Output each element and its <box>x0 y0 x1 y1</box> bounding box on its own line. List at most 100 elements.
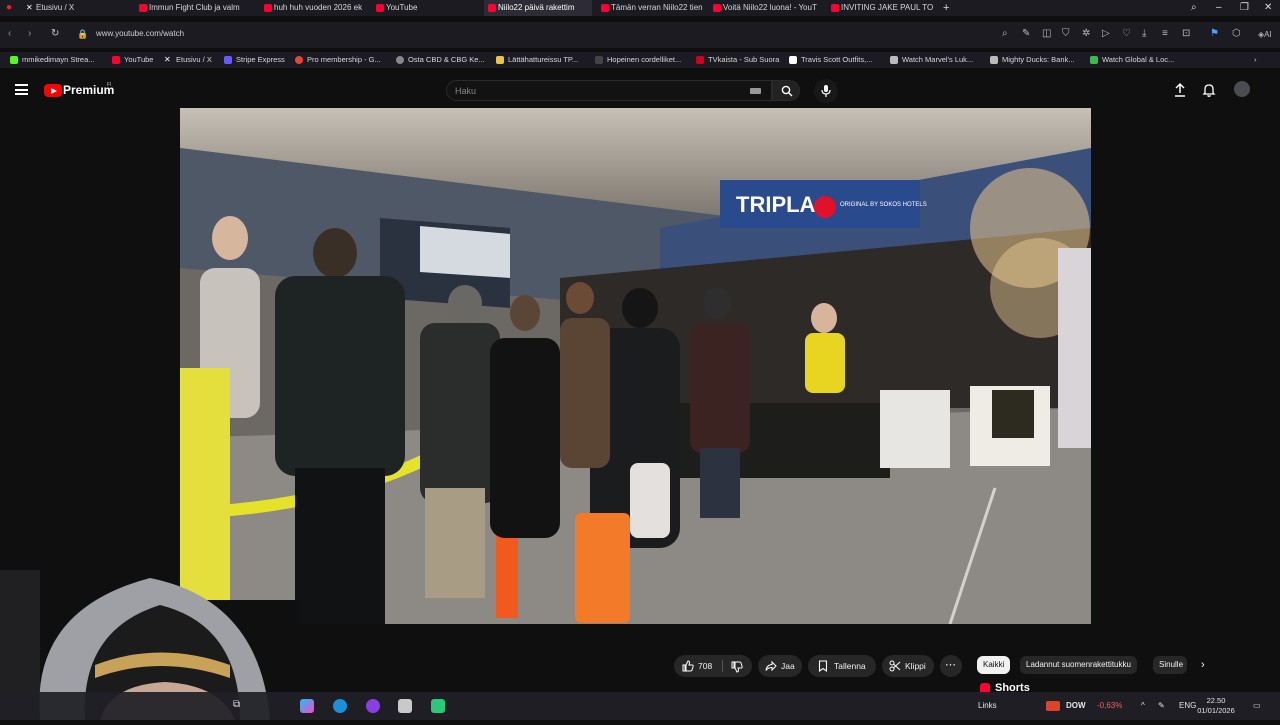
clock-time: 22.50 <box>1206 696 1226 705</box>
hamburger-menu-icon[interactable] <box>15 84 28 95</box>
tab-search-icon[interactable]: ⌕ <box>1191 0 1197 16</box>
tab-title: Voitä Niilo22 luona! - YouT <box>723 3 817 12</box>
opera-logo-icon[interactable]: ● <box>6 0 12 16</box>
discord-icon[interactable] <box>366 699 380 713</box>
app-icon[interactable] <box>398 699 412 713</box>
aria-icon[interactable]: ⚑ <box>1210 28 1219 40</box>
search-input[interactable] <box>455 84 735 98</box>
voice-search-button[interactable] <box>814 79 838 103</box>
tab-1[interactable]: Immun Fight Club ja valm <box>135 0 253 16</box>
notifications-bell-icon[interactable] <box>1201 82 1217 98</box>
save-button[interactable]: Tallenna <box>808 655 876 677</box>
new-tab-button[interactable]: + <box>943 0 949 16</box>
ai-icon[interactable]: ◈AI <box>1258 29 1272 41</box>
bookmark-3[interactable]: Stripe Express <box>224 52 285 68</box>
more-actions-button[interactable]: ⋯ <box>940 655 962 677</box>
tab-0[interactable]: ✕ Etusivu / X <box>22 0 132 16</box>
more-horizontal-icon: ⋯ <box>945 659 956 671</box>
wallet-icon[interactable]: ⊡ <box>1182 28 1190 40</box>
orange-bag <box>575 513 630 623</box>
bookmark-11[interactable]: Mighty Ducks: Bank... <box>990 52 1075 68</box>
menu-lines-icon[interactable]: ≡ <box>1162 28 1168 40</box>
cube-icon[interactable]: ⬡ <box>1232 28 1241 40</box>
shield-icon[interactable]: ⛉ <box>1062 28 1070 40</box>
chip-uploader[interactable]: Ladannut suomenrakettitukku <box>1020 656 1137 674</box>
clock-date: 01/01/2026 <box>1197 706 1235 715</box>
tv-icon <box>696 56 704 64</box>
stock-chart-icon <box>1046 692 1060 711</box>
tab-5[interactable]: Tämän verran Niilo22 tien <box>597 0 705 16</box>
avatar[interactable] <box>1234 81 1250 97</box>
bookmarks-overflow-icon[interactable]: › <box>1254 52 1257 68</box>
tab-title: Tämän verran Niilo22 tien <box>611 3 703 12</box>
restore-icon[interactable]: ❐ <box>1240 0 1249 16</box>
ticker-name[interactable]: DOW <box>1066 692 1086 720</box>
edit-icon[interactable]: ✎ <box>1022 28 1030 40</box>
copilot-icon[interactable] <box>300 699 314 713</box>
kick-icon <box>10 56 18 64</box>
youtube-icon <box>264 4 272 12</box>
heart-icon[interactable]: ♡ <box>1122 28 1131 40</box>
bookmark-4[interactable]: Pro membership - G... <box>295 52 381 68</box>
pen-icon[interactable]: ✎ <box>1158 692 1165 720</box>
minimize-icon[interactable]: – <box>1216 0 1222 16</box>
video-actions-row: 708 Jaa Tallenna Klippi ⋯ Kaikki Ladannu… <box>0 652 1280 680</box>
clock[interactable]: 22.50 01/01/2026 <box>1196 696 1236 716</box>
upload-icon[interactable] <box>1172 82 1188 98</box>
back-icon[interactable]: ‹ <box>8 28 11 40</box>
tab-title: Etusivu / X <box>36 3 75 12</box>
address-bar: ‹ › ↻ 🔒 www.youtube.com/watch ⌕ ✎ ◫ ⛉ ✲ … <box>0 22 1280 48</box>
tray-overflow-icon[interactable]: ^ <box>1141 692 1145 720</box>
lock-icon: 🔒 <box>77 29 89 39</box>
reload-icon[interactable]: ↻ <box>51 28 59 40</box>
search-icon[interactable]: ⌕ <box>1002 28 1008 40</box>
close-window-icon[interactable]: ✕ <box>1264 0 1272 16</box>
browser-tab-strip: ● ✕ Etusivu / X Immun Fight Club ja valm… <box>0 0 1280 16</box>
chip-for-you[interactable]: Sinulle <box>1153 656 1187 674</box>
bookmark-5[interactable]: Osta CBD & CBG Ke... <box>396 52 485 68</box>
chips-next-icon[interactable]: › <box>1195 656 1211 674</box>
language-indicator[interactable]: ENG <box>1179 692 1196 720</box>
bookmark-1[interactable]: YouTube <box>112 52 153 68</box>
extension-icon[interactable]: ✲ <box>1082 28 1090 40</box>
task-view-icon[interactable]: ⧉ <box>233 699 247 713</box>
share-button[interactable]: Jaa <box>758 655 802 677</box>
bookmark-6[interactable]: Lättähattureissu TP... <box>496 52 578 68</box>
tab-3[interactable]: YouTube <box>372 0 480 16</box>
thumbs-down-icon[interactable] <box>731 661 743 673</box>
url-field[interactable]: www.youtube.com/watch <box>96 29 184 38</box>
bookmark-2[interactable]: ✕ Etusivu / X <box>164 52 212 68</box>
tab-title: INVITING JAKE PAUL TO TI <box>841 3 935 12</box>
bookmark-10[interactable]: Watch Marvel's Luk... <box>890 52 973 68</box>
site-icon <box>789 56 797 64</box>
play-icon[interactable]: ▷ <box>1102 28 1110 40</box>
chip-kaikki[interactable]: Kaikki <box>977 656 1011 674</box>
bookmark-0[interactable]: mmikedimayn Strea... <box>10 52 95 68</box>
tripla-sign-subtitle: ORIGINAL BY SOKOS HOTELS <box>840 202 927 208</box>
bookmark-9[interactable]: Travis Scott Outfits,... <box>789 52 872 68</box>
thumbs-up-icon[interactable] <box>682 660 694 672</box>
like-count[interactable]: 708 <box>698 655 712 677</box>
site-icon <box>595 56 603 64</box>
tab-7[interactable]: INVITING JAKE PAUL TO TI <box>827 0 935 16</box>
clip-button[interactable]: Klippi <box>882 655 934 677</box>
bookmarks-bar: mmikedimayn Strea... YouTube ✕ Etusivu / … <box>0 52 1280 68</box>
bookmark-12[interactable]: Watch Global & Loc... <box>1090 52 1174 68</box>
tab-4-active[interactable]: Niilo22 päivä rakettim <box>484 0 592 16</box>
video-player[interactable]: TRIPLA ORIGINAL BY SOKOS HOTELS <box>180 108 1091 624</box>
edge-icon[interactable] <box>333 699 347 713</box>
app-icon[interactable] <box>431 699 445 713</box>
camera-icon[interactable]: ◫ <box>1042 28 1051 40</box>
bookmark-7[interactable]: Hopeinen cordelliket... <box>595 52 681 68</box>
notification-icon[interactable]: ▭ <box>1253 692 1261 720</box>
scissors-icon <box>889 660 901 672</box>
bookmark-8[interactable]: TVkaista - Sub Suora <box>696 52 779 68</box>
forward-icon[interactable]: › <box>28 28 31 40</box>
tab-2[interactable]: huh huh vuoden 2026 ek <box>260 0 366 16</box>
search-button[interactable] <box>772 80 800 101</box>
youtube-logo-icon[interactable] <box>44 84 62 97</box>
links-toolbar[interactable]: Links <box>978 692 997 720</box>
keyboard-icon[interactable] <box>750 88 761 94</box>
download-icon[interactable]: ⤓ <box>1142 28 1146 40</box>
tab-6[interactable]: Voitä Niilo22 luona! - YouT <box>709 0 819 16</box>
